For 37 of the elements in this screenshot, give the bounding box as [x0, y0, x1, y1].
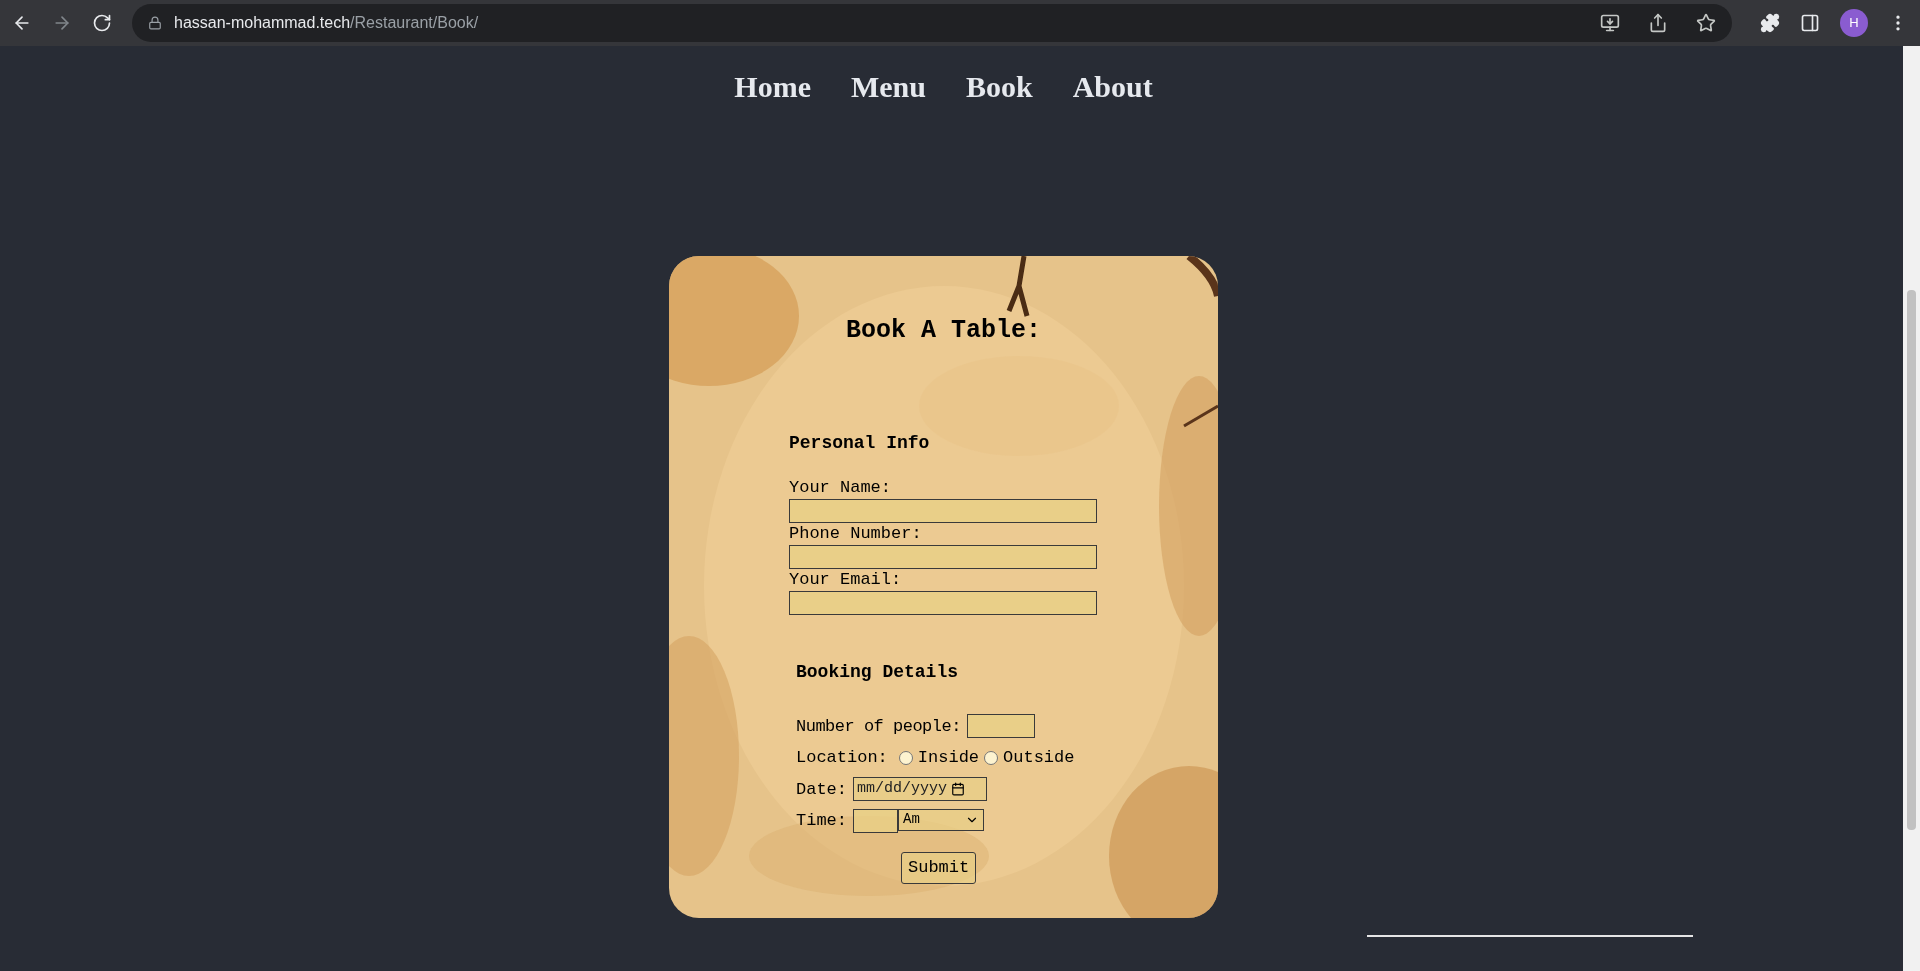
lock-icon	[148, 16, 162, 30]
text-field[interactable]	[853, 808, 898, 833]
field-label: Location:	[796, 747, 888, 769]
submit-button[interactable]: Submit	[901, 851, 977, 884]
section-heading: Personal Info	[789, 431, 931, 455]
reload-icon[interactable]	[92, 13, 112, 33]
radio-label: Inside	[917, 747, 980, 769]
extensions-icon[interactable]	[1760, 13, 1780, 33]
section-heading: Booking Details	[796, 660, 960, 684]
address-bar[interactable]: hassan-mohammad.tech/Restaurant/Book/	[132, 4, 1732, 42]
nav-link[interactable]: Home	[734, 64, 811, 109]
field-label: Date:	[796, 778, 847, 801]
field-label: Number of people:	[796, 715, 961, 738]
bookmark-star-icon[interactable]	[1696, 13, 1716, 33]
nav-link[interactable]: Menu	[850, 64, 926, 109]
radio-label: Outside	[1003, 747, 1075, 769]
profile-avatar[interactable]: H	[1840, 9, 1868, 37]
nav-link[interactable]: About	[1072, 64, 1153, 109]
field-label: Your Email:	[789, 568, 903, 591]
field-label: Phone Number:	[789, 522, 923, 545]
share-icon[interactable]	[1648, 13, 1668, 33]
field-label: Time:	[796, 810, 847, 832]
text-field[interactable]	[789, 498, 1097, 523]
text-field[interactable]	[966, 714, 1035, 739]
install-icon[interactable]	[1600, 13, 1620, 33]
side-panel-icon[interactable]	[1800, 13, 1820, 33]
period-select[interactable]: Am	[898, 808, 984, 831]
calendar-icon[interactable]	[951, 782, 966, 797]
scrollbar[interactable]	[1903, 46, 1920, 971]
text-field[interactable]	[789, 544, 1097, 569]
url-text: hassan-mohammad.tech/Restaurant/Book/	[174, 13, 479, 33]
text-field[interactable]	[789, 590, 1097, 615]
nav-link[interactable]: Book	[965, 64, 1033, 109]
scrollbar-thumb[interactable]	[1907, 290, 1916, 830]
date-field[interactable]: mm/dd/yyyy	[853, 777, 987, 802]
form-title: Book A Table:	[844, 315, 1042, 347]
field-label: Your Name:	[789, 476, 893, 499]
